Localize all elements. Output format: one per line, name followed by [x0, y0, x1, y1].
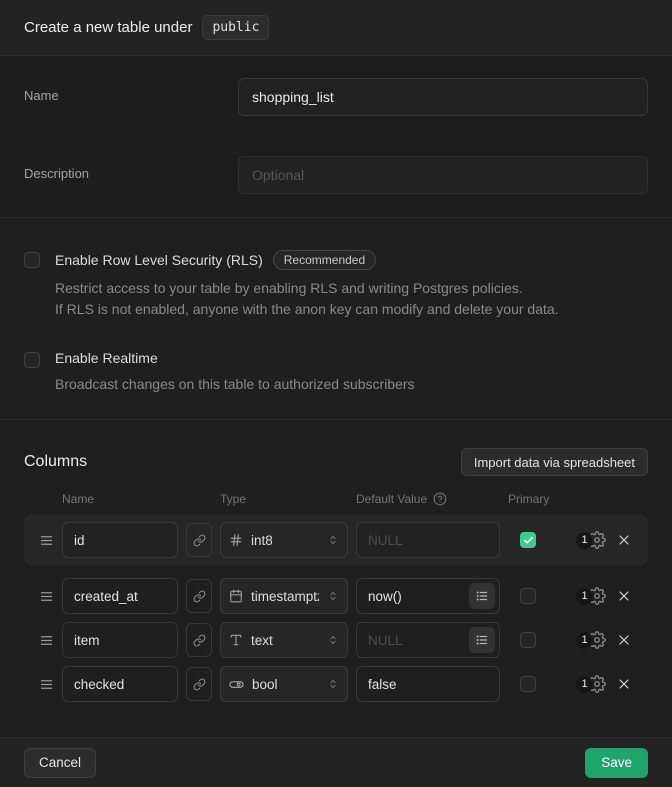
recommended-badge: Recommended	[273, 250, 376, 270]
settings-count-badge: 1	[576, 676, 593, 693]
column-name-input[interactable]	[62, 622, 178, 658]
header-name: Name	[62, 492, 212, 506]
column-type-value: text	[251, 633, 319, 648]
chevron-up-down-icon	[327, 678, 339, 690]
table-name-input[interactable]	[238, 78, 648, 116]
close-icon	[616, 532, 632, 548]
column-type-value: timestamptz	[251, 589, 319, 604]
save-button[interactable]: Save	[585, 748, 648, 778]
rls-description: Restrict access to your table by enablin…	[55, 278, 648, 320]
column-type-select[interactable]: text	[220, 622, 348, 658]
foreign-key-button[interactable]	[186, 623, 212, 657]
primary-checkbox[interactable]	[520, 588, 536, 604]
column-name-input[interactable]	[62, 666, 178, 702]
column-type-select[interactable]: timestamptz	[220, 578, 348, 614]
link-icon	[193, 634, 206, 647]
close-icon	[616, 632, 632, 648]
calendar-icon	[229, 589, 243, 603]
realtime-label: Enable Realtime	[55, 350, 158, 366]
table-description-input[interactable]	[238, 156, 648, 194]
column-default-wrap	[356, 666, 500, 702]
table-details-section: Name Description	[0, 56, 672, 218]
chevron-up-down-icon	[327, 634, 339, 646]
settings-count-badge: 1	[576, 632, 593, 649]
column-settings-button[interactable]: 1	[576, 631, 606, 649]
column-default-wrap	[356, 622, 500, 658]
drag-handle-icon[interactable]	[38, 633, 54, 648]
realtime-toggle-group: Enable Realtime Broadcast changes on thi…	[24, 352, 648, 395]
header-type: Type	[220, 492, 348, 506]
primary-checkbox[interactable]	[520, 676, 536, 692]
column-default-input[interactable]	[356, 666, 500, 702]
panel-title: Create a new table under	[24, 19, 192, 36]
column-type-select[interactable]: int8	[220, 522, 348, 558]
primary-checkbox[interactable]	[520, 532, 536, 548]
drag-handle-icon[interactable]	[38, 589, 54, 604]
table-options-section: Enable Row Level Security (RLS) Recommen…	[0, 218, 672, 420]
remove-column-button[interactable]	[614, 532, 634, 548]
link-icon	[193, 534, 206, 547]
realtime-description: Broadcast changes on this table to autho…	[55, 374, 648, 395]
column-row: bool 1	[24, 662, 648, 706]
primary-checkbox[interactable]	[520, 632, 536, 648]
column-rows: int8 1	[24, 514, 648, 706]
header-primary: Primary	[508, 492, 648, 506]
toggle-icon	[229, 677, 244, 692]
list-icon	[475, 589, 489, 603]
column-type-select[interactable]: bool	[220, 666, 348, 702]
column-settings-button[interactable]: 1	[576, 675, 606, 693]
column-default-input[interactable]	[356, 522, 500, 558]
settings-count-badge: 1	[576, 588, 593, 605]
remove-column-button[interactable]	[614, 632, 634, 648]
column-default-wrap	[356, 522, 500, 558]
panel-footer: Cancel Save	[0, 737, 672, 787]
columns-title: Columns	[24, 453, 87, 471]
schema-badge: public	[202, 15, 269, 40]
default-value-picker-button[interactable]	[469, 627, 495, 653]
rls-checkbox[interactable]	[24, 252, 40, 268]
column-headers: Name Type Default Value Primary	[24, 492, 648, 506]
chevron-up-down-icon	[327, 590, 339, 602]
realtime-checkbox[interactable]	[24, 352, 40, 368]
drag-handle-icon[interactable]	[38, 677, 54, 692]
rls-toggle-group: Enable Row Level Security (RLS) Recommen…	[24, 252, 648, 320]
help-icon[interactable]	[433, 492, 447, 506]
foreign-key-button[interactable]	[186, 667, 212, 701]
columns-section: Columns Import data via spreadsheet Name…	[0, 420, 672, 737]
link-icon	[193, 678, 206, 691]
column-settings-button[interactable]: 1	[576, 531, 606, 549]
name-label: Name	[24, 78, 238, 103]
column-settings-button[interactable]: 1	[576, 587, 606, 605]
column-name-input[interactable]	[62, 522, 178, 558]
list-icon	[475, 633, 489, 647]
header-default-value: Default Value	[356, 492, 500, 506]
column-default-wrap	[356, 578, 500, 614]
description-label: Description	[24, 156, 238, 181]
foreign-key-button[interactable]	[186, 579, 212, 613]
remove-column-button[interactable]	[614, 676, 634, 692]
default-value-picker-button[interactable]	[469, 583, 495, 609]
cancel-button[interactable]: Cancel	[24, 748, 96, 778]
link-icon	[193, 590, 206, 603]
hash-icon	[229, 533, 243, 547]
close-icon	[616, 676, 632, 692]
foreign-key-button[interactable]	[186, 523, 212, 557]
rls-label: Enable Row Level Security (RLS)	[55, 252, 263, 268]
chevron-up-down-icon	[327, 534, 339, 546]
column-type-value: int8	[251, 533, 319, 548]
drag-handle-icon[interactable]	[38, 533, 54, 548]
column-name-input[interactable]	[62, 578, 178, 614]
settings-count-badge: 1	[576, 532, 593, 549]
close-icon	[616, 588, 632, 604]
column-type-value: bool	[252, 677, 319, 692]
column-row: text 1	[24, 618, 648, 662]
column-row: timestamptz 1	[24, 574, 648, 618]
text-icon	[229, 633, 243, 647]
panel-header: Create a new table under public	[0, 0, 672, 56]
column-row: int8 1	[24, 514, 648, 566]
import-spreadsheet-button[interactable]: Import data via spreadsheet	[461, 448, 648, 476]
remove-column-button[interactable]	[614, 588, 634, 604]
